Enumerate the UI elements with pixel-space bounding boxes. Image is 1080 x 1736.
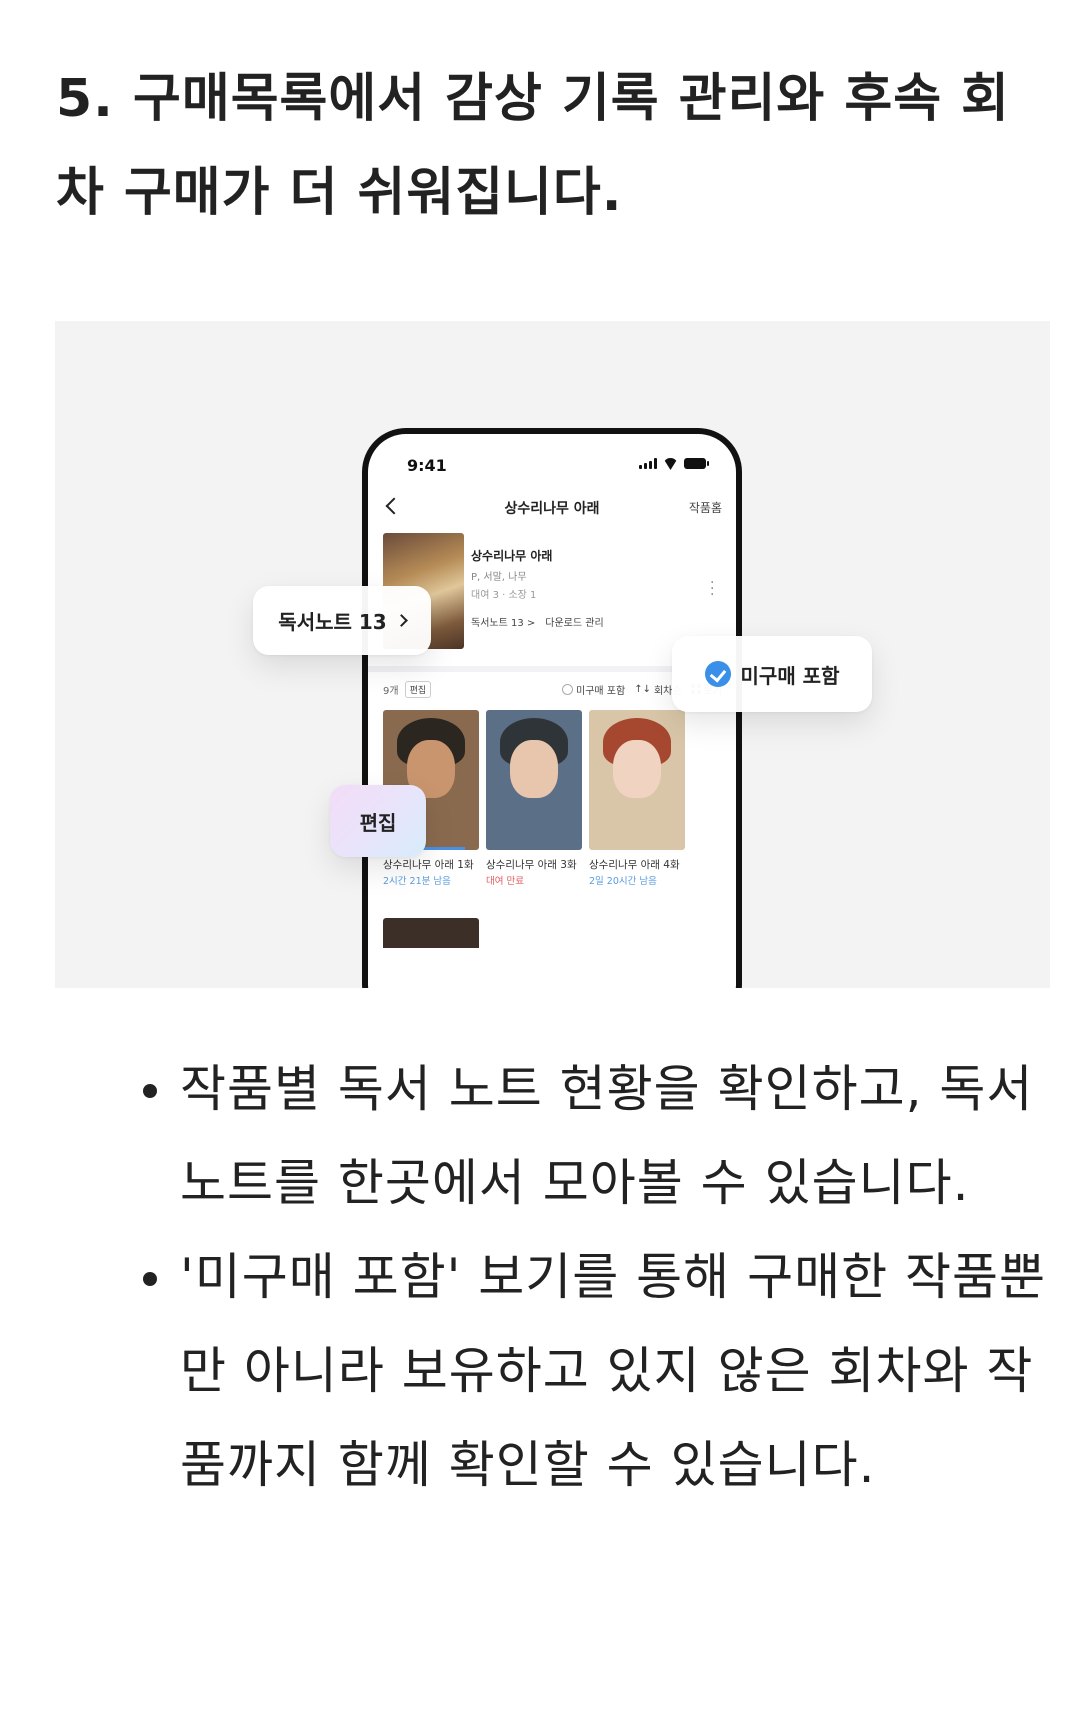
episode-thumbnail xyxy=(486,710,582,850)
episode-title: 상수리나무 아래 1화 xyxy=(383,859,474,871)
episode-thumbnail xyxy=(589,710,685,850)
phone-screen: 9:41 상수리나무 아래 작품홈 상수리나무 아래 P, 서말, 나무 대여 … xyxy=(368,434,736,988)
bullet-dot xyxy=(143,1084,157,1098)
episode-title: 상수리나무 아래 4화 xyxy=(589,859,680,871)
reading-note-callout-label: 독서노트 13 xyxy=(278,610,387,634)
bullet-text: '미구매 포함' 보기를 통해 구매한 작품뿐만 아니라 보유하고 있지 않은 … xyxy=(180,1248,1046,1494)
work-counts: 대여 3 · 소장 1 xyxy=(471,590,537,601)
more-options-icon[interactable]: · · · xyxy=(710,576,714,602)
episode-status: 2일 20시간 남음 xyxy=(589,876,657,887)
work-authors: P, 서말, 나무 xyxy=(471,572,527,583)
work-links: 독서노트 13 > 다운로드 관리 xyxy=(471,614,604,629)
work-title: 상수리나무 아래 xyxy=(471,549,553,563)
status-icons xyxy=(639,458,709,469)
section-heading: 5. 구매목록에서 감상 기록 관리와 후속 회차 구매가 더 쉬워집니다. xyxy=(56,69,1010,223)
include-unpurchased-callout-label: 미구매 포함 xyxy=(740,663,840,688)
episode-card[interactable]: 상수리나무 아래 3화 대여 만료 xyxy=(486,710,582,890)
status-time: 9:41 xyxy=(407,456,447,475)
next-episode-thumbnail[interactable] xyxy=(383,918,479,948)
episode-status: 2시간 21분 남음 xyxy=(383,876,451,887)
page-title: 상수리나무 아래 xyxy=(504,501,600,517)
bullet-dot xyxy=(143,1272,157,1286)
episode-status: 대여 만료 xyxy=(486,876,524,887)
edit-chip-button[interactable]: 편집 xyxy=(404,680,432,698)
bullet-text: 작품별 독서 노트 현황을 확인하고, 독서 노트를 한곳에서 모아볼 수 있습… xyxy=(180,1060,1034,1212)
list-item: '미구매 포함' 보기를 통해 구매한 작품뿐만 아니라 보유하고 있지 않은 … xyxy=(120,1230,1060,1512)
battery-icon xyxy=(684,458,709,469)
episode-count: 9개 xyxy=(383,685,399,697)
check-circle-icon xyxy=(704,661,731,687)
character-face xyxy=(510,740,558,798)
episode-grid: 상수리나무 아래 1화 2시간 21분 남음 상수리나무 아래 3화 대여 만료 xyxy=(383,710,685,890)
feature-illustration: 9:41 상수리나무 아래 작품홈 상수리나무 아래 P, 서말, 나무 대여 … xyxy=(55,321,1050,988)
episode-card[interactable]: 상수리나무 아래 4화 2일 20시간 남음 xyxy=(589,710,685,890)
edit-callout-label: 편집 xyxy=(359,810,397,835)
character-face xyxy=(613,740,661,798)
sort-arrows-icon: ↑↓ xyxy=(634,683,651,695)
work-home-link[interactable]: 작품홈 xyxy=(689,499,722,516)
download-manage-link[interactable]: 다운로드 관리 xyxy=(545,614,603,629)
episode-title: 상수리나무 아래 3화 xyxy=(486,859,577,871)
include-unpurchased-label: 미구매 포함 xyxy=(576,685,626,697)
radio-icon xyxy=(562,683,574,695)
wifi-icon xyxy=(663,458,678,469)
signal-icon xyxy=(639,458,657,469)
include-unpurchased-callout[interactable]: 미구매 포함 xyxy=(672,636,872,712)
chevron-right-icon xyxy=(394,614,408,627)
feature-bullet-list: 작품별 독서 노트 현황을 확인하고, 독서 노트를 한곳에서 모아볼 수 있습… xyxy=(120,1042,1060,1512)
edit-callout[interactable]: 편집 xyxy=(330,785,426,857)
include-unpurchased-toggle[interactable]: 미구매 포함 xyxy=(562,682,625,697)
reading-note-link[interactable]: 독서노트 13 > xyxy=(471,614,535,629)
reading-note-callout[interactable]: 독서노트 13 xyxy=(253,586,431,655)
list-item: 작품별 독서 노트 현황을 확인하고, 독서 노트를 한곳에서 모아볼 수 있습… xyxy=(120,1042,1060,1230)
